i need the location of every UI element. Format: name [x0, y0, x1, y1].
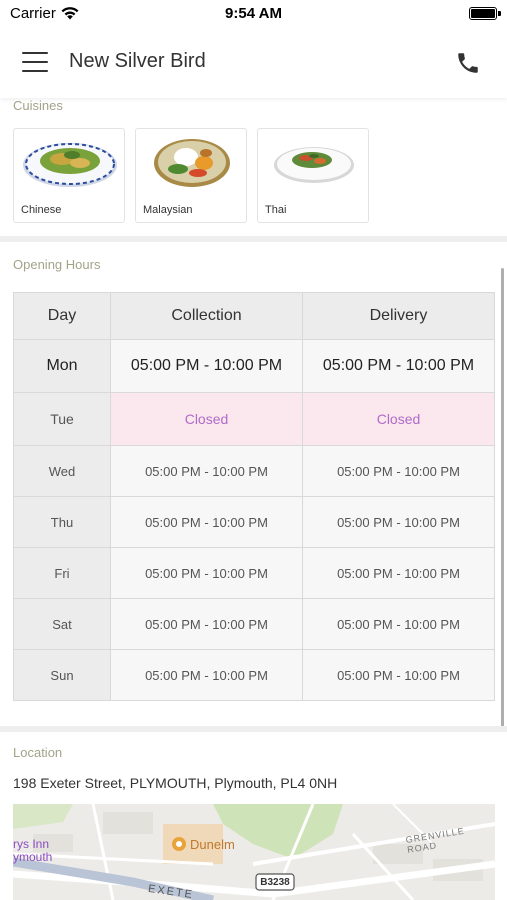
- table-row: Sat 05:00 PM - 10:00 PM 05:00 PM - 10:00…: [13, 598, 495, 650]
- delivery-cell: 05:00 PM - 10:00 PM: [302, 598, 495, 650]
- delivery-cell: Closed: [302, 392, 495, 446]
- cuisine-card-chinese[interactable]: Chinese: [13, 128, 125, 223]
- table-header-row: Day Collection Delivery: [13, 292, 495, 340]
- chinese-dish-image: [23, 143, 117, 187]
- map-route-badge: B3238: [260, 877, 290, 888]
- day-cell: Mon: [13, 339, 111, 393]
- collection-cell: 05:00 PM - 10:00 PM: [110, 598, 303, 650]
- delivery-cell: 05:00 PM - 10:00 PM: [302, 339, 495, 393]
- table-row: Mon 05:00 PM - 10:00 PM 05:00 PM - 10:00…: [13, 339, 495, 393]
- column-header-collection: Collection: [110, 292, 303, 340]
- cuisine-card-malaysian[interactable]: Malaysian: [135, 128, 247, 223]
- thai-dish-image: [274, 147, 354, 183]
- cuisines-label: Cuisines: [13, 98, 63, 113]
- app-header: New Silver Bird: [0, 28, 507, 98]
- delivery-cell: 05:00 PM - 10:00 PM: [302, 649, 495, 701]
- day-cell: Sun: [13, 649, 111, 701]
- location-section: Location 198 Exeter Street, PLYMOUTH, Pl…: [0, 732, 507, 900]
- malaysian-dish-image: [154, 139, 230, 187]
- status-bar: Carrier 9:54 AM: [0, 0, 507, 28]
- collection-cell: Closed: [110, 392, 303, 446]
- map-poi-inn-line2[interactable]: ymouth: [13, 850, 52, 864]
- day-cell: Sat: [13, 598, 111, 650]
- location-map[interactable]: Dunelm rys Inn ymouth GRENVILLE ROAD EXE…: [13, 804, 495, 900]
- table-row: Thu 05:00 PM - 10:00 PM 05:00 PM - 10:00…: [13, 496, 495, 548]
- table-row: Fri 05:00 PM - 10:00 PM 05:00 PM - 10:00…: [13, 547, 495, 599]
- cuisine-card-thai[interactable]: Thai: [257, 128, 369, 223]
- table-row: Tue Closed Closed: [13, 392, 495, 446]
- battery-tip: [498, 11, 501, 16]
- delivery-cell: 05:00 PM - 10:00 PM: [302, 445, 495, 497]
- opening-hours-section: Opening Hours Day Collection Delivery Mo…: [0, 242, 507, 724]
- address-text: 198 Exeter Street, PLYMOUTH, Plymouth, P…: [13, 775, 338, 791]
- cuisine-name: Thai: [265, 204, 287, 216]
- day-cell: Wed: [13, 445, 111, 497]
- delivery-cell: 05:00 PM - 10:00 PM: [302, 547, 495, 599]
- page-title: New Silver Bird: [69, 50, 206, 72]
- day-cell: Tue: [13, 392, 111, 446]
- opening-hours-table: Day Collection Delivery Mon 05:00 PM - 1…: [13, 292, 495, 701]
- column-header-delivery: Delivery: [302, 292, 495, 340]
- collection-cell: 05:00 PM - 10:00 PM: [110, 496, 303, 548]
- day-cell: Fri: [13, 547, 111, 599]
- delivery-cell: 05:00 PM - 10:00 PM: [302, 496, 495, 548]
- status-time: 9:54 AM: [225, 5, 282, 22]
- menu-icon[interactable]: [22, 52, 48, 74]
- cuisine-name: Malaysian: [143, 204, 193, 216]
- collection-cell: 05:00 PM - 10:00 PM: [110, 445, 303, 497]
- map-poi-dunelm[interactable]: Dunelm: [190, 837, 235, 852]
- vertical-scrollbar[interactable]: [501, 268, 504, 778]
- column-header-day: Day: [13, 292, 111, 340]
- table-row: Sun 05:00 PM - 10:00 PM 05:00 PM - 10:00…: [13, 649, 495, 701]
- location-label: Location: [13, 745, 63, 760]
- table-row: Wed 05:00 PM - 10:00 PM 05:00 PM - 10:00…: [13, 445, 495, 497]
- battery-icon: [469, 7, 497, 20]
- cuisines-section: Cuisines Chinese Malaysian Thai: [0, 98, 507, 236]
- collection-cell: 05:00 PM - 10:00 PM: [110, 547, 303, 599]
- cuisine-name: Chinese: [21, 204, 62, 216]
- opening-hours-label: Opening Hours: [13, 257, 101, 272]
- map-poi-inn-line1[interactable]: rys Inn: [13, 837, 49, 851]
- phone-icon[interactable]: [455, 50, 481, 76]
- collection-cell: 05:00 PM - 10:00 PM: [110, 649, 303, 701]
- day-cell: Thu: [13, 496, 111, 548]
- collection-cell: 05:00 PM - 10:00 PM: [110, 339, 303, 393]
